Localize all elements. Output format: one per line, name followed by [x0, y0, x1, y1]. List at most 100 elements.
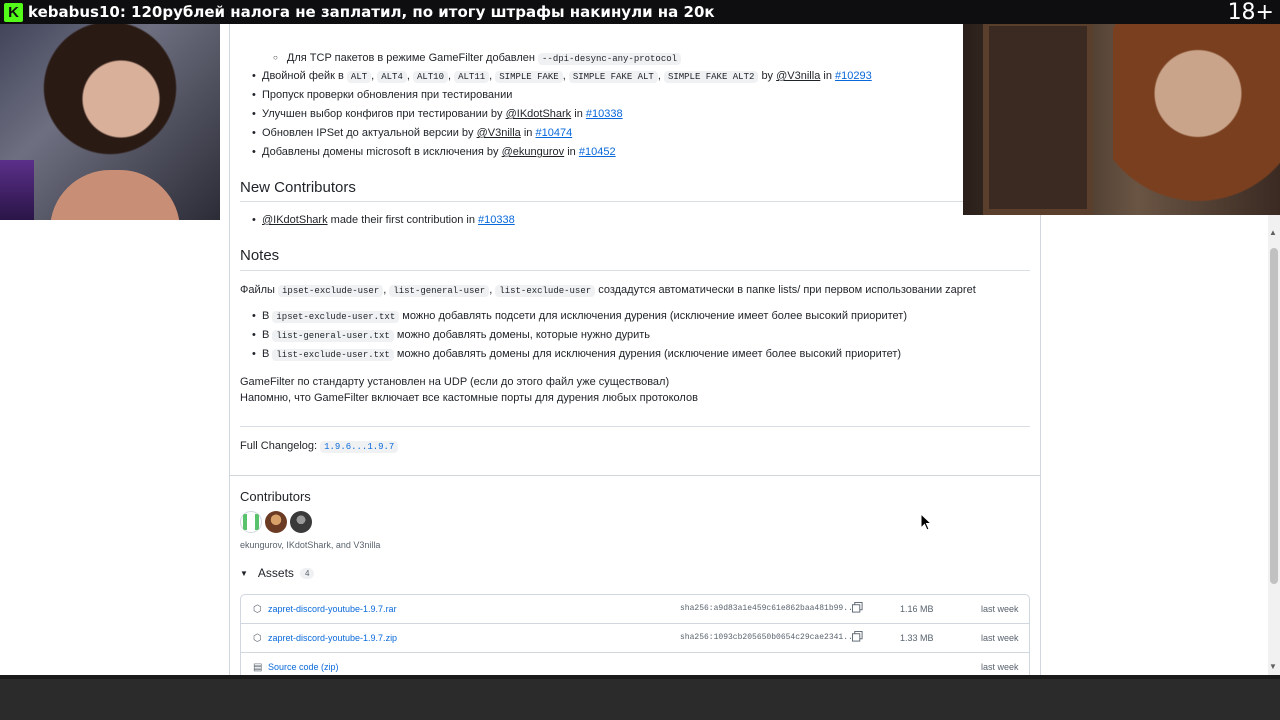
- in-label: in: [523, 127, 533, 139]
- webcam-right: [963, 0, 1280, 215]
- item-prefix: В: [262, 329, 270, 341]
- user-mention-link[interactable]: @V3nilla: [477, 127, 521, 139]
- item-text: можно добавлять подсети для исключения д…: [402, 310, 907, 322]
- webcam-background-monitor: [0, 160, 34, 220]
- assets-list: ⬡ zapret-discord-youtube-1.9.7.rar sha25…: [240, 594, 1030, 684]
- inline-code: SIMPLE FAKE ALT: [568, 71, 658, 83]
- notes-intro: Файлы ipset-exclude-user, list-general-u…: [240, 284, 976, 297]
- inline-code: ALT11: [454, 71, 490, 83]
- changelog-label: Full Changelog:: [240, 440, 318, 452]
- inline-code: SIMPLE FAKE ALT2: [663, 71, 759, 83]
- notes-list: В ipset-exclude-user.txt можно добавлять…: [240, 307, 907, 364]
- item-prefix: В: [262, 310, 270, 322]
- sub-item-text: Для TCP пакетов в режиме GameFilter доба…: [286, 52, 535, 64]
- item-text: Добавлены домены microsoft в исключения …: [262, 146, 499, 158]
- inline-code: SIMPLE FAKE: [495, 71, 563, 83]
- avatar[interactable]: [240, 511, 262, 533]
- webcam-background-cabinet: [983, 20, 1093, 215]
- inline-code: list-exclude-user: [495, 285, 596, 297]
- pull-request-link[interactable]: #10474: [535, 127, 572, 139]
- pull-request-link[interactable]: #10338: [586, 108, 623, 120]
- item-text: Улучшен выбор конфигов при тестировании …: [262, 108, 503, 120]
- asset-size: 1.16 MB: [900, 604, 934, 614]
- pull-request-link[interactable]: #10293: [835, 70, 872, 82]
- by-label: by: [761, 70, 774, 82]
- asset-date: last week: [981, 604, 1019, 614]
- sub-list-item: Для TCP пакетов в режиме GameFilter доба…: [273, 50, 682, 67]
- user-mention-link[interactable]: @IKdotShark: [506, 108, 572, 120]
- asset-row: ⬡ zapret-discord-youtube-1.9.7.rar sha25…: [241, 595, 1029, 624]
- assets-toggle[interactable]: ▼ Assets 4: [240, 566, 315, 580]
- inline-code: ALT4: [377, 71, 407, 83]
- list-item: Улучшен выбор конфигов при тестировании …: [240, 105, 872, 124]
- scroll-down-arrow-icon[interactable]: ▼: [1269, 662, 1277, 671]
- avatar[interactable]: [265, 511, 287, 533]
- inline-code: ALT10: [412, 71, 448, 83]
- full-changelog: Full Changelog: 1.9.6...1.9.7: [240, 438, 399, 455]
- assets-count-badge: 4: [299, 567, 315, 579]
- asset-download-link[interactable]: zapret-discord-youtube-1.9.7.zip: [268, 633, 397, 643]
- identicon-icon: [243, 514, 259, 530]
- asset-size: 1.33 MB: [900, 633, 934, 643]
- inline-code: list-general-user.txt: [272, 330, 394, 342]
- source-code-link[interactable]: Source code (zip): [268, 662, 339, 672]
- assets-heading: Assets: [257, 566, 294, 580]
- copy-icon[interactable]: [852, 602, 863, 613]
- contributors-avatars: [240, 511, 312, 533]
- new-contributors-heading: New Contributors: [240, 179, 356, 196]
- list-item: Пропуск проверки обновления при тестиров…: [240, 86, 872, 105]
- page-scrollbar-thumb[interactable]: [1270, 248, 1278, 584]
- caret-down-icon: ▼: [240, 568, 248, 578]
- avatar[interactable]: [290, 511, 312, 533]
- asset-download-link[interactable]: zapret-discord-youtube-1.9.7.rar: [268, 604, 397, 614]
- pull-request-link[interactable]: #10452: [579, 146, 616, 158]
- changelog-compare-link[interactable]: 1.9.6...1.9.7: [320, 440, 399, 453]
- asset-sha: sha256:a9d83a1e459c61e862baa481b99...: [680, 604, 858, 613]
- user-mention-link[interactable]: @ekungurov: [502, 146, 565, 158]
- inline-code: ipset-exclude-user: [278, 285, 384, 297]
- changelog-divider: [240, 426, 1030, 427]
- package-icon: ⬡: [253, 633, 262, 644]
- file-zip-icon: ▤: [253, 662, 263, 673]
- kick-logo: K: [4, 2, 23, 22]
- webcam-left: [0, 0, 220, 220]
- pull-request-link[interactable]: #10338: [478, 214, 515, 226]
- scroll-up-arrow-icon[interactable]: ▲: [1269, 228, 1277, 237]
- in-label: in: [567, 146, 576, 158]
- changes-list: Двойной фейк в ALT, ALT4, ALT10, ALT11, …: [240, 67, 872, 162]
- package-icon: ⬡: [253, 604, 262, 615]
- donation-message: kebabus10: 120рублей налога не заплатил,…: [28, 3, 715, 21]
- asset-date: last week: [981, 662, 1019, 672]
- gamefilter-line-1: GameFilter по стандарту установлен на UD…: [240, 376, 670, 388]
- inline-code: list-exclude-user.txt: [272, 349, 394, 361]
- copy-icon[interactable]: [852, 631, 863, 642]
- mouse-cursor-icon: [920, 513, 932, 531]
- heading-divider: [240, 270, 1030, 271]
- asset-sha: sha256:1093cb205650b0654c29cae2341...: [680, 633, 858, 642]
- inline-code: list-general-user: [389, 285, 490, 297]
- in-label: in: [823, 70, 832, 82]
- user-mention-link[interactable]: @V3nilla: [776, 70, 820, 82]
- age-rating-badge: 18+: [1227, 0, 1274, 25]
- contributors-heading: Contributors: [240, 489, 311, 504]
- user-mention-link[interactable]: @IKdotShark: [262, 214, 328, 226]
- item-text: Двойной фейк в: [262, 70, 344, 82]
- list-item: @IKdotShark made their first contributio…: [240, 211, 515, 230]
- webcam-person: [1113, 0, 1280, 215]
- list-item: В list-general-user.txt можно добавлять …: [240, 326, 907, 345]
- asset-row: ⬡ zapret-discord-youtube-1.9.7.zip sha25…: [241, 624, 1029, 653]
- item-text: Пропуск проверки обновления при тестиров…: [262, 89, 513, 101]
- notes-intro-prefix: Файлы: [240, 284, 275, 296]
- in-label: in: [574, 108, 583, 120]
- list-item: Обновлен IPSet до актуальной версии by @…: [240, 124, 872, 143]
- taskbar: [0, 675, 1280, 720]
- inline-code: --dpi-desync-any-protocol: [538, 53, 682, 65]
- new-contributors-list: @IKdotShark made their first contributio…: [240, 211, 515, 230]
- list-item: Двойной фейк в ALT, ALT4, ALT10, ALT11, …: [240, 67, 872, 86]
- gamefilter-line-2: Напомню, что GameFilter включает все кас…: [240, 392, 698, 404]
- inline-code: ipset-exclude-user.txt: [272, 311, 400, 323]
- notes-intro-suffix: создадутся автоматически в папке lists/ …: [598, 284, 976, 296]
- heading-divider: [240, 201, 1030, 202]
- changelog-compare-code: 1.9.6...1.9.7: [320, 441, 399, 453]
- donation-bar: K kebabus10: 120рублей налога не заплати…: [0, 0, 1280, 24]
